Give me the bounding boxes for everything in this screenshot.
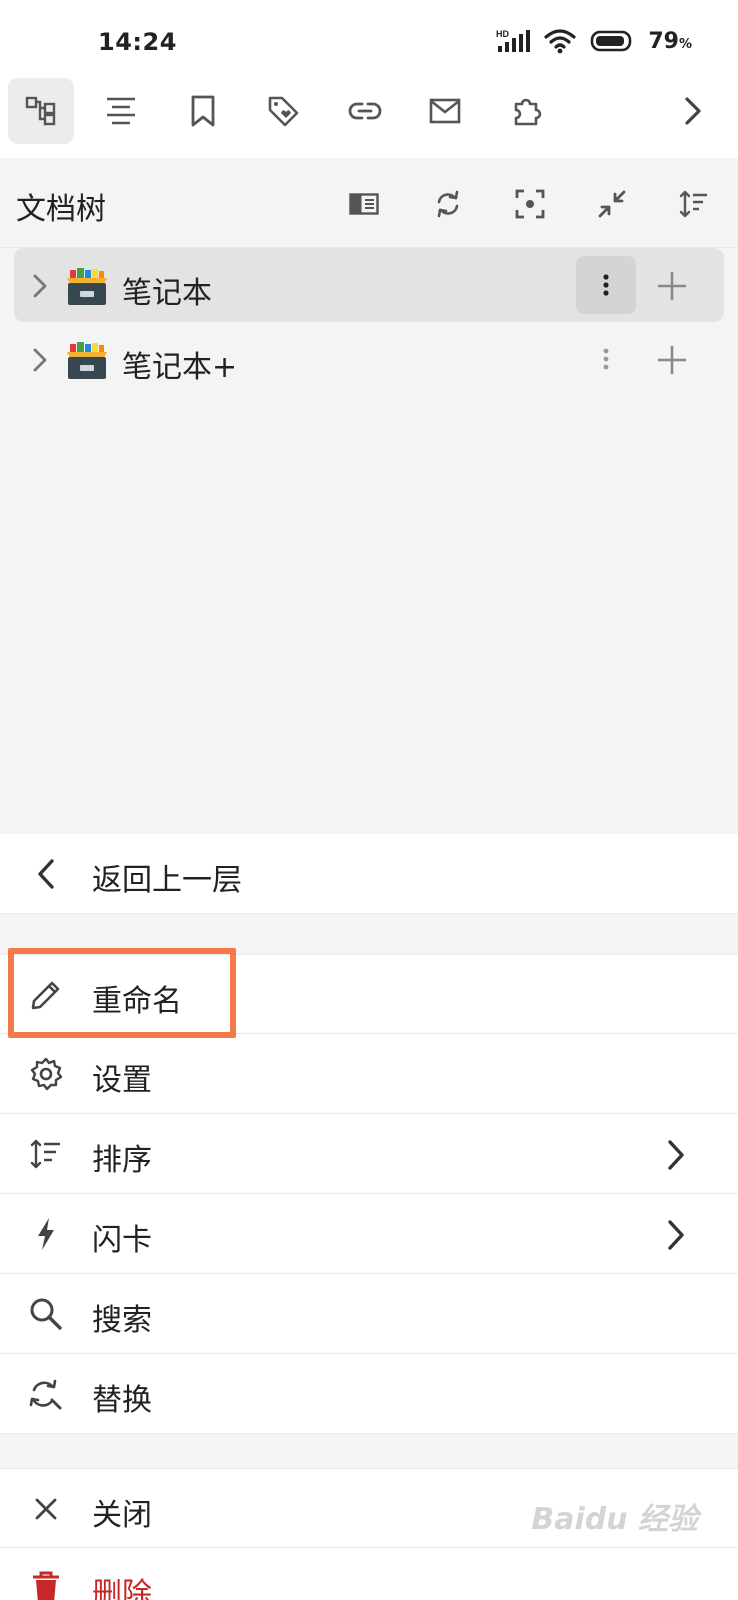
focus-button[interactable] [510,184,550,224]
notebook-row[interactable]: 笔记本 [14,248,724,322]
battery-percent: 79% [648,28,692,54]
bookmark-icon [191,95,215,127]
signal-icon: HD [496,29,531,52]
toolbar-more-button[interactable] [660,78,726,144]
card-file-box-icon [67,342,107,379]
doc-tree-title: 文档树 [16,192,106,227]
chevron-right-icon [668,1220,684,1250]
plus-icon [658,346,686,374]
back-chevron-icon [26,854,66,894]
outline-button[interactable] [88,78,154,144]
close-icon [26,1489,66,1529]
status-time: 14:24 [98,28,177,56]
network-label: HD [496,29,509,39]
sort-icon [679,190,707,218]
more-options-button[interactable] [576,256,636,314]
menu-back-label: 返回上一层 [92,863,242,898]
backlink-button[interactable] [332,78,398,144]
sort-icon [26,1134,66,1174]
more-vertical-icon [603,274,609,296]
inbox-button[interactable] [412,78,478,144]
focus-icon [515,189,545,219]
menu-close-label: 关闭 [92,1498,152,1533]
notebook-label: 笔记本 [122,276,212,311]
doc-tree-panel: 文档树 笔记本 笔记本+ [0,158,738,834]
chevron-right-icon [668,1140,684,1170]
menu-search[interactable]: 搜索 [0,1274,738,1354]
menu-sort-label: 排序 [92,1143,152,1178]
menu-flashcard[interactable]: 闪卡 [0,1194,738,1274]
battery-icon [591,30,632,52]
menu-settings-label: 设置 [92,1063,152,1098]
trash-icon [26,1568,66,1600]
menu-delete[interactable]: 删除 [0,1548,738,1600]
status-indicators: HD 79% [496,28,692,54]
chevron-right-icon [685,97,701,125]
card-file-box-icon [67,268,107,305]
dock-toolbar [0,78,738,158]
more-options-button[interactable] [576,330,636,388]
lightning-icon [26,1214,66,1254]
add-doc-button[interactable] [652,342,692,378]
sidebar-toggle-button[interactable] [344,184,384,224]
menu-sort[interactable]: 排序 [0,1114,738,1194]
notebook-row[interactable]: 笔记本+ [14,322,724,396]
sort-button[interactable] [674,184,714,224]
refresh-icon [437,190,459,218]
file-tree-button[interactable] [8,78,74,144]
menu-flashcard-label: 闪卡 [92,1223,152,1258]
menu-replace-label: 替换 [92,1383,152,1418]
menu-search-label: 搜索 [92,1303,152,1338]
file-tree-icon [25,96,56,126]
expand-arrow-icon[interactable] [28,346,52,374]
menu-delete-label: 删除 [92,1577,152,1600]
status-bar: 14:24 HD 79% [0,0,738,78]
plugin-icon [514,98,542,126]
menu-back[interactable]: 返回上一层 [0,834,738,914]
collapse-icon [598,190,626,218]
highlight-annotation [8,948,236,1038]
watermark-logo: Baidu 经验 [531,1502,698,1537]
expand-arrow-icon[interactable] [28,272,52,300]
notebook-label: 笔记本+ [122,350,238,385]
bookmark-button[interactable] [170,78,236,144]
plus-icon [658,272,686,300]
collapse-all-button[interactable] [592,184,632,224]
add-doc-button[interactable] [652,268,692,304]
replace-icon [26,1374,66,1414]
menu-settings[interactable]: 设置 [0,1034,738,1114]
search-icon [26,1294,66,1334]
wifi-icon [544,29,576,54]
tag-button[interactable] [250,78,316,144]
inbox-icon [429,98,461,124]
gear-icon [26,1054,66,1094]
more-vertical-icon [603,348,609,370]
backlink-icon [348,102,382,120]
plugin-button[interactable] [494,78,560,144]
refresh-button[interactable] [428,184,468,224]
tag-icon [268,96,299,127]
menu-separator [0,1434,738,1468]
menu-replace[interactable]: 替换 [0,1354,738,1434]
doc-tree-header: 文档树 [0,158,738,248]
outline-icon [107,97,135,125]
sidebar-toggle-icon [349,193,379,215]
